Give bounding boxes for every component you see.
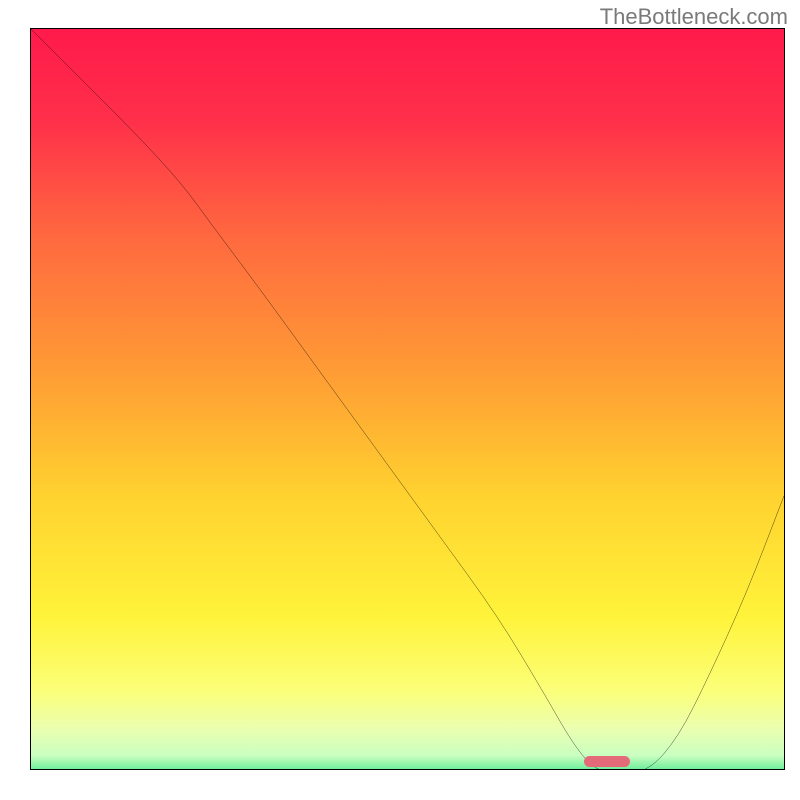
chart-curve	[31, 29, 784, 770]
watermark-text: TheBottleneck.com	[600, 4, 788, 30]
accent-marker	[584, 756, 629, 766]
chart-plot-area	[30, 28, 785, 770]
